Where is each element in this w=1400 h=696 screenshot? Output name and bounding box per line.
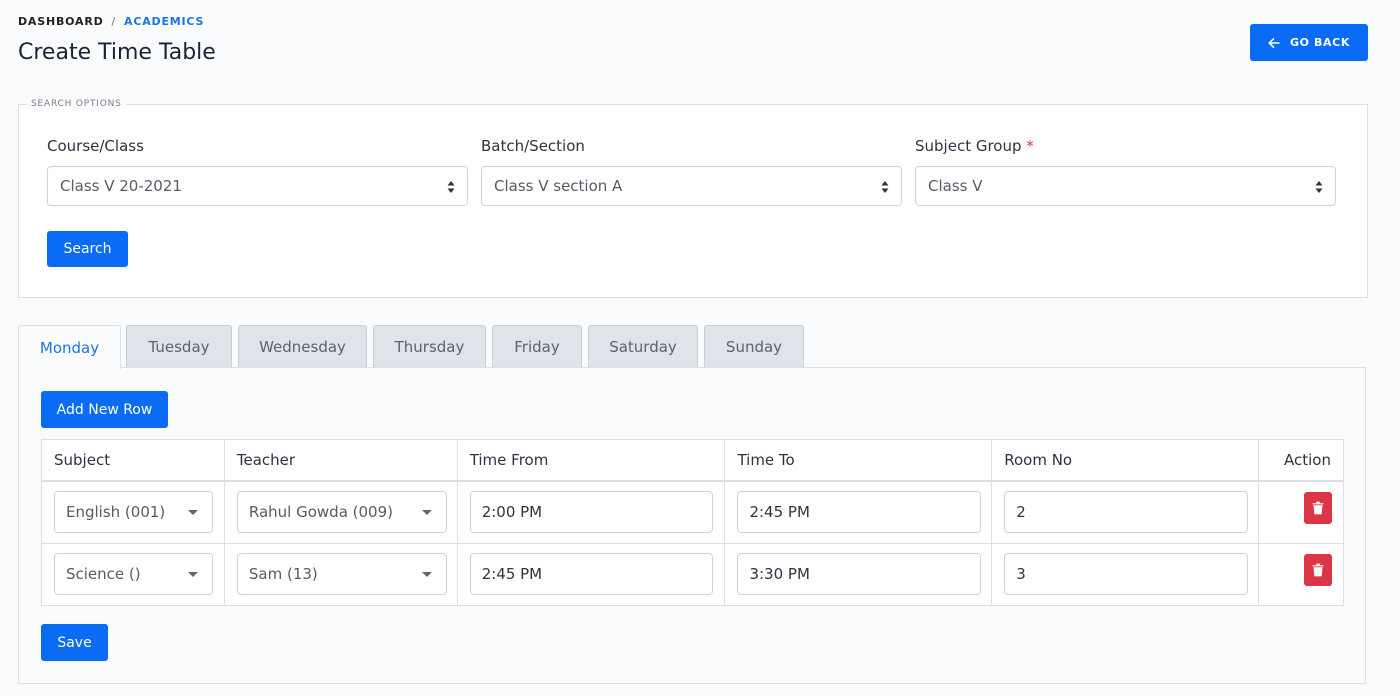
breadcrumb: DASHBOARD / ACADEMICS bbox=[18, 15, 204, 28]
breadcrumb-separator: / bbox=[111, 15, 117, 28]
time-from-input[interactable] bbox=[469, 490, 713, 533]
tab-wednesday[interactable]: Wednesday bbox=[238, 325, 367, 367]
teacher-cell: Sam (13) bbox=[223, 542, 458, 606]
table-header-row: Subject Teacher Time From Time To Room N… bbox=[41, 439, 1345, 482]
subject-group-label-text: Subject Group bbox=[915, 137, 1022, 155]
caret-down-icon bbox=[188, 571, 198, 577]
required-marker: * bbox=[1026, 137, 1034, 155]
tab-friday[interactable]: Friday bbox=[492, 325, 582, 367]
monday-tab-panel: Add New Row Subject Teacher Time From Ti… bbox=[18, 367, 1366, 684]
action-cell bbox=[1257, 542, 1345, 606]
caret-down-icon bbox=[421, 509, 432, 515]
tab-sunday[interactable]: Sunday bbox=[704, 325, 804, 367]
tab-monday[interactable]: Monday bbox=[18, 325, 121, 369]
caret-down-icon bbox=[188, 509, 198, 515]
time-from-input[interactable] bbox=[469, 552, 713, 595]
page-title: Create Time Table bbox=[18, 40, 216, 65]
tab-thursday[interactable]: Thursday bbox=[373, 325, 486, 367]
header-time-from: Time From bbox=[456, 439, 726, 482]
breadcrumb-dashboard[interactable]: DASHBOARD bbox=[18, 15, 104, 28]
delete-row-button[interactable] bbox=[1304, 553, 1332, 586]
trash-icon bbox=[1312, 563, 1324, 576]
sort-arrows-icon bbox=[1315, 181, 1323, 193]
table-row: English (001) Rahul Gowda (009) bbox=[41, 480, 1345, 544]
room-no-input[interactable] bbox=[1004, 490, 1249, 533]
header-teacher: Teacher bbox=[223, 439, 458, 482]
subject-select[interactable]: English (001) bbox=[54, 490, 213, 533]
action-cell bbox=[1257, 480, 1345, 544]
time-to-input[interactable] bbox=[737, 490, 982, 533]
go-back-button[interactable]: GO BACK bbox=[1250, 24, 1368, 61]
header-action: Action bbox=[1257, 439, 1345, 482]
room-no-cell bbox=[991, 480, 1259, 544]
subject-group-value: Class V bbox=[928, 177, 983, 195]
search-button[interactable]: Search bbox=[47, 231, 128, 267]
add-new-row-button[interactable]: Add New Row bbox=[41, 391, 168, 428]
time-from-cell bbox=[456, 480, 726, 544]
course-class-label: Course/Class bbox=[47, 137, 144, 155]
time-to-cell bbox=[724, 542, 993, 606]
subject-value: Science () bbox=[66, 564, 141, 583]
arrow-left-icon bbox=[1268, 37, 1280, 48]
tab-tuesday[interactable]: Tuesday bbox=[126, 325, 232, 367]
search-options-panel: SEARCH OPTIONS Course/Class Class V 20-2… bbox=[18, 99, 1368, 298]
batch-section-value: Class V section A bbox=[494, 177, 623, 195]
header-time-to: Time To bbox=[724, 439, 993, 482]
batch-section-label: Batch/Section bbox=[481, 137, 585, 155]
course-class-value: Class V 20-2021 bbox=[60, 177, 182, 195]
breadcrumb-academics[interactable]: ACADEMICS bbox=[124, 15, 204, 28]
sort-arrows-icon bbox=[447, 181, 455, 193]
tab-saturday[interactable]: Saturday bbox=[588, 325, 698, 367]
time-to-input[interactable] bbox=[737, 552, 982, 595]
header-room-no: Room No bbox=[991, 439, 1259, 482]
teacher-value: Sam (13) bbox=[248, 564, 318, 583]
header-subject: Subject bbox=[41, 439, 225, 482]
subject-select[interactable]: Science () bbox=[54, 552, 213, 595]
time-to-cell bbox=[724, 480, 993, 544]
caret-down-icon bbox=[421, 571, 432, 577]
subject-cell: Science () bbox=[41, 542, 225, 606]
teacher-value: Rahul Gowda (009) bbox=[248, 502, 393, 521]
search-options-legend: SEARCH OPTIONS bbox=[27, 99, 126, 109]
subject-group-label: Subject Group * bbox=[915, 137, 1034, 155]
delete-row-button[interactable] bbox=[1304, 491, 1332, 524]
sort-arrows-icon bbox=[881, 181, 889, 193]
go-back-label: GO BACK bbox=[1290, 36, 1350, 49]
teacher-cell: Rahul Gowda (009) bbox=[223, 480, 458, 544]
trash-icon bbox=[1312, 501, 1324, 514]
save-button[interactable]: Save bbox=[41, 624, 108, 661]
subject-cell: English (001) bbox=[41, 480, 225, 544]
time-from-cell bbox=[456, 542, 726, 606]
course-class-select[interactable]: Class V 20-2021 bbox=[47, 166, 468, 206]
room-no-cell bbox=[991, 542, 1259, 606]
batch-section-select[interactable]: Class V section A bbox=[481, 166, 902, 206]
room-no-input[interactable] bbox=[1004, 552, 1249, 595]
subject-value: English (001) bbox=[66, 502, 166, 521]
timetable-grid: Subject Teacher Time From Time To Room N… bbox=[41, 439, 1345, 606]
table-row: Science () Sam (13) bbox=[41, 542, 1345, 606]
teacher-select[interactable]: Rahul Gowda (009) bbox=[236, 490, 447, 533]
subject-group-select[interactable]: Class V bbox=[915, 166, 1336, 206]
teacher-select[interactable]: Sam (13) bbox=[236, 552, 447, 595]
